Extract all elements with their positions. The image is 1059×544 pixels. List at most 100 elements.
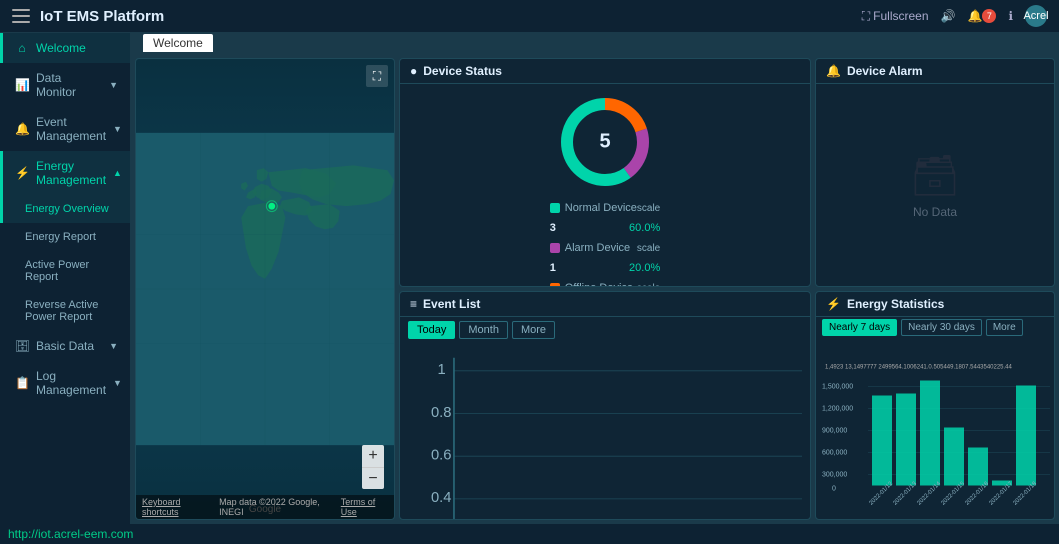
sidebar-item-welcome[interactable]: ⌂ Welcome bbox=[0, 33, 130, 63]
home-icon: ⌂ bbox=[15, 41, 29, 55]
sidebar-item-data-monitor[interactable]: 📊 Data Monitor ▼ bbox=[0, 63, 130, 107]
event-list-tabs: Today Month More bbox=[400, 317, 810, 343]
energy-chart-area: 1,4923 13,1497777 2499564.1006241.0.5054… bbox=[816, 338, 1054, 519]
info-button[interactable]: ℹ bbox=[1008, 9, 1013, 23]
notification-button[interactable]: 🔔 bbox=[967, 9, 982, 23]
tab-bar: Welcome bbox=[131, 33, 1059, 54]
device-alarm-header: 🔔 Device Alarm bbox=[816, 59, 1054, 84]
map-background: ⛶ + − Google bbox=[136, 59, 394, 519]
chevron-down-icon-3: ▼ bbox=[109, 341, 118, 351]
main-content: Welcome ● Device Status bbox=[131, 33, 1059, 524]
sidebar-item-basic-data[interactable]: 🗄 Basic Data ▼ bbox=[0, 331, 130, 361]
bar-5 bbox=[968, 448, 988, 486]
body: ⌂ Welcome 📊 Data Monitor ▼ 🔔 Event Manag… bbox=[0, 33, 1059, 524]
map-fullscreen-button[interactable]: ⛶ bbox=[366, 65, 388, 87]
log-icon: 📋 bbox=[15, 376, 29, 390]
map-zoom-controls: + − bbox=[362, 445, 384, 489]
chevron-up-icon: ▲ bbox=[113, 168, 122, 178]
alarm-dot bbox=[550, 243, 560, 253]
event-list-header: ≡ Event List bbox=[400, 292, 810, 317]
bar-3 bbox=[920, 381, 940, 486]
sidebar-item-log-management[interactable]: 📋 Log Management ▼ bbox=[0, 361, 130, 405]
tab-30days[interactable]: Nearly 30 days bbox=[901, 319, 982, 336]
tab-today[interactable]: Today bbox=[408, 321, 455, 339]
svg-text:900,000: 900,000 bbox=[822, 428, 847, 435]
footer-url: http://iot.acrel-eem.com bbox=[0, 524, 1059, 544]
database-icon: 🗄 bbox=[15, 339, 29, 353]
svg-text:0.8: 0.8 bbox=[431, 405, 452, 421]
device-status-card: ● Device Status bbox=[399, 58, 811, 287]
bar-2 bbox=[896, 394, 916, 486]
event-list-icon: ≡ bbox=[410, 297, 417, 311]
header-actions: ⛶ Fullscreen 🔊 🔔 7 ℹ Acrel bbox=[862, 5, 1047, 27]
tab-energy-more[interactable]: More bbox=[986, 319, 1023, 336]
svg-text:1: 1 bbox=[438, 362, 446, 378]
chevron-down-icon-2: ▼ bbox=[113, 124, 122, 134]
energy-statistics-card: ⚡ Energy Statistics Nearly 7 days Nearly… bbox=[815, 291, 1055, 520]
energy-stats-tabs: Nearly 7 days Nearly 30 days More bbox=[816, 317, 1054, 338]
device-alarm-card: 🔔 Device Alarm 🗃 No Data bbox=[815, 58, 1055, 287]
legend-row-offline: Offline Device scale bbox=[550, 282, 661, 286]
event-list-card: ≡ Event List Today Month More 1 0.8 0.6 … bbox=[399, 291, 811, 520]
event-chart-area: 1 0.8 0.6 0.4 0.2 0 bbox=[400, 343, 810, 520]
svg-text:1,200,000: 1,200,000 bbox=[822, 406, 853, 413]
map-card: ⛶ + − Google bbox=[135, 58, 395, 520]
tab-month[interactable]: Month bbox=[459, 321, 508, 339]
svg-text:1,500,000: 1,500,000 bbox=[822, 384, 853, 391]
header: IoT EMS Platform ⛶ Fullscreen 🔊 🔔 7 ℹ Ac… bbox=[0, 0, 1059, 33]
normal-dot bbox=[550, 203, 560, 213]
device-alarm-body: 🗃 No Data bbox=[816, 84, 1054, 286]
svg-text:0.6: 0.6 bbox=[431, 447, 452, 463]
monitor-icon: 📊 bbox=[15, 78, 29, 92]
svg-text:300,000: 300,000 bbox=[822, 472, 847, 479]
chevron-down-icon: ▼ bbox=[109, 80, 118, 90]
energy-chart-svg: 1,4923 13,1497777 2499564.1006241.0.5054… bbox=[820, 342, 1050, 515]
sidebar-item-energy-overview[interactable]: Energy Overview bbox=[0, 195, 130, 223]
audio-button[interactable]: 🔊 bbox=[941, 9, 956, 23]
energy-stats-icon: ⚡ bbox=[826, 297, 841, 311]
sidebar: ⌂ Welcome 📊 Data Monitor ▼ 🔔 Event Manag… bbox=[0, 33, 131, 524]
sidebar-item-reverse-active[interactable]: Reverse Active Power Report bbox=[0, 291, 130, 331]
avatar[interactable]: Acrel bbox=[1025, 5, 1047, 27]
map-footer-bar: Keyboard shortcuts Map data ©2022 Google… bbox=[136, 495, 394, 519]
svg-text:1,4923 13,1497777 2499564.1006: 1,4923 13,1497777 2499564.1006241.0.5054… bbox=[825, 365, 1013, 371]
app-title: IoT EMS Platform bbox=[40, 8, 862, 25]
tab-welcome[interactable]: Welcome bbox=[143, 34, 213, 52]
bolt-icon: ⚡ bbox=[15, 166, 29, 180]
sidebar-item-energy-report[interactable]: Energy Report bbox=[0, 223, 130, 251]
sidebar-item-energy-management[interactable]: ⚡ Energy Management ▲ bbox=[0, 151, 130, 195]
notification-area: 🔔 7 bbox=[967, 9, 996, 23]
device-status-header: ● Device Status bbox=[400, 59, 810, 84]
bar-1 bbox=[872, 396, 892, 486]
fullscreen-button[interactable]: ⛶ Fullscreen bbox=[862, 9, 929, 24]
donut-total: 5 bbox=[599, 131, 610, 154]
offline-dot bbox=[550, 283, 560, 286]
no-data-icon: 🗃 bbox=[910, 152, 961, 199]
bar-4 bbox=[944, 428, 964, 486]
svg-text:0: 0 bbox=[832, 486, 836, 493]
sidebar-item-active-power[interactable]: Active Power Report bbox=[0, 251, 130, 291]
sidebar-item-event-management[interactable]: 🔔 Event Management ▼ bbox=[0, 107, 130, 151]
event-chart-svg: 1 0.8 0.6 0.4 0.2 0 bbox=[408, 347, 802, 520]
map-body: ⛶ + − Google bbox=[136, 59, 394, 519]
notification-badge: 7 bbox=[982, 9, 996, 23]
zoom-out-button[interactable]: − bbox=[362, 467, 384, 489]
device-status-icon: ● bbox=[410, 64, 417, 78]
donut-chart: 5 bbox=[555, 92, 655, 192]
svg-text:600,000: 600,000 bbox=[822, 450, 847, 457]
content-grid: ● Device Status bbox=[131, 54, 1059, 524]
zoom-in-button[interactable]: + bbox=[362, 445, 384, 467]
bar-7 bbox=[1016, 386, 1036, 486]
tab-more[interactable]: More bbox=[512, 321, 555, 339]
world-map-svg bbox=[136, 59, 394, 519]
fullscreen-icon: ⛶ bbox=[862, 9, 870, 24]
chevron-down-icon-4: ▼ bbox=[113, 378, 122, 388]
menu-icon[interactable] bbox=[12, 9, 30, 23]
legend-row-normal: Normal Device scale bbox=[550, 202, 661, 214]
energy-stats-header: ⚡ Energy Statistics bbox=[816, 292, 1054, 317]
tab-7days[interactable]: Nearly 7 days bbox=[822, 319, 897, 336]
device-legend: Normal Device scale 3 60.0% Alarm Device bbox=[550, 202, 661, 286]
legend-row-alarm: Alarm Device scale bbox=[550, 242, 661, 254]
no-data-text: No Data bbox=[913, 205, 957, 219]
alarm-icon: 🔔 bbox=[826, 64, 841, 78]
